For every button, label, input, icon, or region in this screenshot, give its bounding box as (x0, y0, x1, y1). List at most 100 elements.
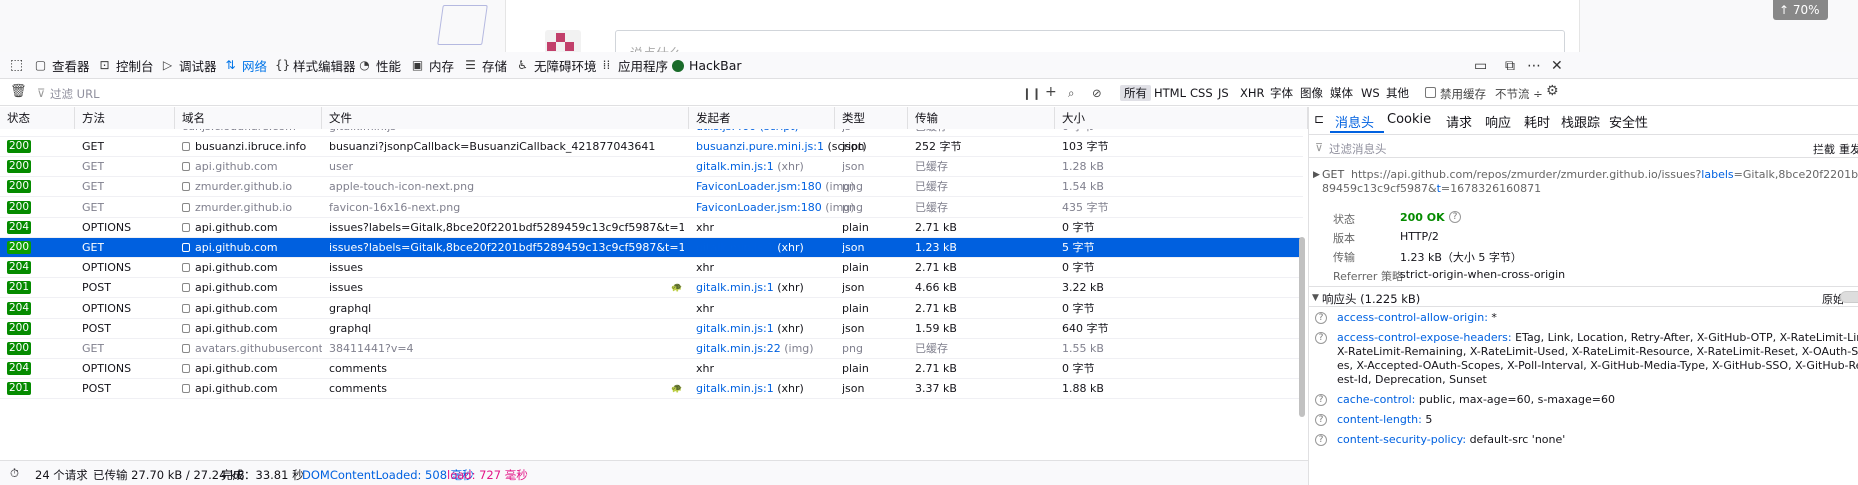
help-icon[interactable]: ? (1315, 434, 1327, 446)
tab-response[interactable]: 响应 (1485, 112, 1511, 131)
size-cell: 1.28 kB (1062, 160, 1104, 174)
initiator-link[interactable]: FaviconLoader.jsm:180 (696, 201, 822, 214)
filter-js[interactable]: JS (1214, 85, 1233, 101)
resend-button[interactable]: 重发 (1839, 141, 1858, 157)
initiator-kind: (xhr) (773, 241, 804, 254)
partial-cell: 已缓存 (915, 129, 948, 136)
initiator-link[interactable]: FaviconLoader.jsm:180 (696, 180, 822, 193)
partial-cell: cdnjs.cloudflare.com (182, 129, 296, 136)
table-row[interactable]: 200 GET avatars.githubusercontent.... 38411… (0, 339, 1303, 359)
tab-network[interactable]: ⇅ 网络 (224, 52, 267, 79)
col-transfer[interactable]: 传输 (908, 107, 1055, 129)
block-button[interactable]: 拦截 (1813, 141, 1835, 157)
col-method[interactable]: 方法 (75, 107, 175, 129)
tab-stack-trace[interactable]: 栈跟踪 (1561, 112, 1600, 131)
filter-xhr[interactable]: XHR (1236, 85, 1269, 101)
table-row-partial[interactable]: cdnjs.cloudflare.com gitalk.min.js utils.j… (0, 129, 1303, 137)
initiator-link[interactable]: gitalk.min.js:1 (696, 322, 774, 335)
col-initiator[interactable]: 发起者 (689, 107, 835, 129)
filter-css[interactable]: CSS (1186, 85, 1217, 101)
table-scrollbar[interactable] (1299, 237, 1305, 417)
tab-console[interactable]: ⊡ 控制台 (98, 52, 153, 79)
collapse-triangle-icon[interactable]: ▼ (1312, 293, 1319, 303)
filter-media[interactable]: 媒体 (1326, 85, 1357, 101)
pause-icon[interactable]: ❙❙ (1022, 86, 1041, 100)
block-icon[interactable]: ⊘ (1092, 86, 1102, 100)
initiator-kind: (xhr) (773, 160, 804, 174)
table-row[interactable]: 200 GET api.github.com user gitalk.min.js:1 … (0, 157, 1303, 178)
table-row[interactable]: 201 POST api.github.com comments 🐢 gitalk.min… (0, 379, 1303, 400)
filter-fonts[interactable]: 字体 (1266, 85, 1297, 101)
search-icon[interactable]: ⌕ (1068, 86, 1074, 101)
url-filter-input[interactable]: 过滤 URL (50, 86, 99, 102)
tab-accessibility[interactable]: ♿ 无障碍环境 (516, 52, 596, 79)
raw-toggle[interactable] (1840, 291, 1858, 303)
col-domain[interactable]: 域名 (175, 107, 322, 129)
tab-headers[interactable]: 消息头 (1335, 112, 1374, 131)
comment-textarea[interactable]: 说点什么 (615, 30, 1565, 52)
table-row[interactable]: 200 GET zmurder.github.io apple-touch-icon-… (0, 177, 1303, 198)
dock-side-icon[interactable]: ⧉ (1505, 58, 1515, 74)
initiator-link[interactable]: gitalk.min.js:22 (696, 342, 781, 355)
tab-storage[interactable]: ☰ 存储 (464, 52, 507, 79)
tab-request[interactable]: 请求 (1446, 112, 1472, 131)
menu-dots-icon[interactable]: ⋯ (1527, 58, 1541, 74)
filter-ws[interactable]: WS (1357, 85, 1384, 101)
initiator-link[interactable]: gitalk.min.js:1 (696, 281, 774, 294)
add-icon[interactable]: + (1045, 84, 1057, 100)
toggle-sidebar-icon[interactable]: ▭ (1474, 58, 1487, 74)
tab-inspector[interactable]: ▢ 查看器 (34, 52, 90, 79)
filter-icon: ⊽ (37, 86, 46, 100)
col-size[interactable]: 大小 (1055, 107, 1308, 129)
settings-gear-icon[interactable]: ⚙ (1546, 83, 1559, 99)
filter-images[interactable]: 图像 (1296, 85, 1327, 101)
tab-debugger[interactable]: ▷ 调试器 (161, 52, 217, 79)
sidebar-toggle-icon[interactable]: ⊏ (1314, 112, 1324, 126)
table-row[interactable]: 204 OPTIONS api.github.com issues xhr plain 2.… (0, 258, 1303, 279)
initiator-link[interactable]: busuanzi.pure.mini.js:1 (696, 140, 824, 153)
tab-hackbar[interactable]: HackBar (672, 52, 742, 79)
tab-timings[interactable]: 耗时 (1524, 112, 1550, 131)
tab-memory[interactable]: ▣ 内存 (411, 52, 454, 79)
help-icon[interactable]: ? (1315, 414, 1327, 426)
help-icon[interactable]: ? (1315, 312, 1327, 324)
tab-performance[interactable]: ◔ 性能 (358, 52, 401, 79)
col-type[interactable]: 类型 (835, 107, 908, 129)
table-row[interactable]: 200 GET busuanzi.ibruce.info busuanzi?jsonp… (0, 137, 1303, 157)
table-row[interactable]: 204 OPTIONS api.github.com comments xhr plain… (0, 359, 1303, 380)
col-status[interactable]: 状态 (0, 107, 75, 129)
table-row[interactable]: 200 GET api.github.com issues?labels=Gitalk… (0, 238, 1303, 258)
close-icon[interactable]: ✕ (1551, 58, 1563, 74)
table-row[interactable]: 200 POST api.github.com graphql gitalk.min.j… (0, 319, 1303, 339)
filter-all[interactable]: 所有 (1120, 85, 1151, 101)
table-row[interactable]: 200 GET zmurder.github.io favicon-16x16-nex… (0, 198, 1303, 218)
tab-security[interactable]: 安全性 (1609, 112, 1648, 131)
status-badge: 204 (7, 301, 32, 315)
throttle-select[interactable]: 不节流 ÷ (1495, 86, 1543, 102)
initiator-link[interactable]: gitalk.min.js:1 (696, 241, 774, 254)
initiator-link[interactable]: gitalk.min.js:1 (696, 382, 774, 395)
memory-icon: ▣ (411, 58, 424, 72)
filter-html[interactable]: HTML (1150, 85, 1190, 101)
domain-text: api.github.com (195, 301, 278, 315)
tab-application[interactable]: ⁞⁞ 应用程序 (600, 52, 668, 79)
tab-cookie[interactable]: Cookie (1387, 112, 1431, 127)
table-row[interactable]: 204 OPTIONS api.github.com graphql xhr plain 2… (0, 299, 1303, 319)
expand-triangle-icon[interactable]: ▶ (1313, 170, 1320, 180)
type-cell: json (842, 281, 865, 295)
help-icon[interactable]: ? (1449, 211, 1461, 223)
initiator-link[interactable]: gitalk.min.js:1 (696, 160, 774, 173)
table-row[interactable]: 204 OPTIONS api.github.com issues?labels=Gi… (0, 218, 1303, 238)
filter-other[interactable]: 其他 (1382, 85, 1413, 101)
tab-style-editor[interactable]: {} 样式编辑器 (275, 52, 356, 79)
response-headers-title[interactable]: 响应头 (1.225 kB) (1322, 291, 1420, 307)
help-icon[interactable]: ? (1315, 332, 1327, 344)
help-icon[interactable]: ? (1315, 394, 1327, 406)
filter-headers-input[interactable]: 过滤消息头 (1329, 141, 1387, 157)
table-row[interactable]: 201 POST api.github.com issues 🐢 gitalk.min.j… (0, 278, 1303, 299)
disable-cache-checkbox[interactable] (1425, 87, 1436, 98)
request-url[interactable]: https://api.github.com/repos/zmurder/zmu… (1351, 168, 1858, 181)
trash-icon[interactable]: 🗑 (10, 84, 27, 99)
col-file[interactable]: 文件 (322, 107, 689, 129)
element-picker-icon[interactable]: ⬚ (10, 57, 23, 73)
